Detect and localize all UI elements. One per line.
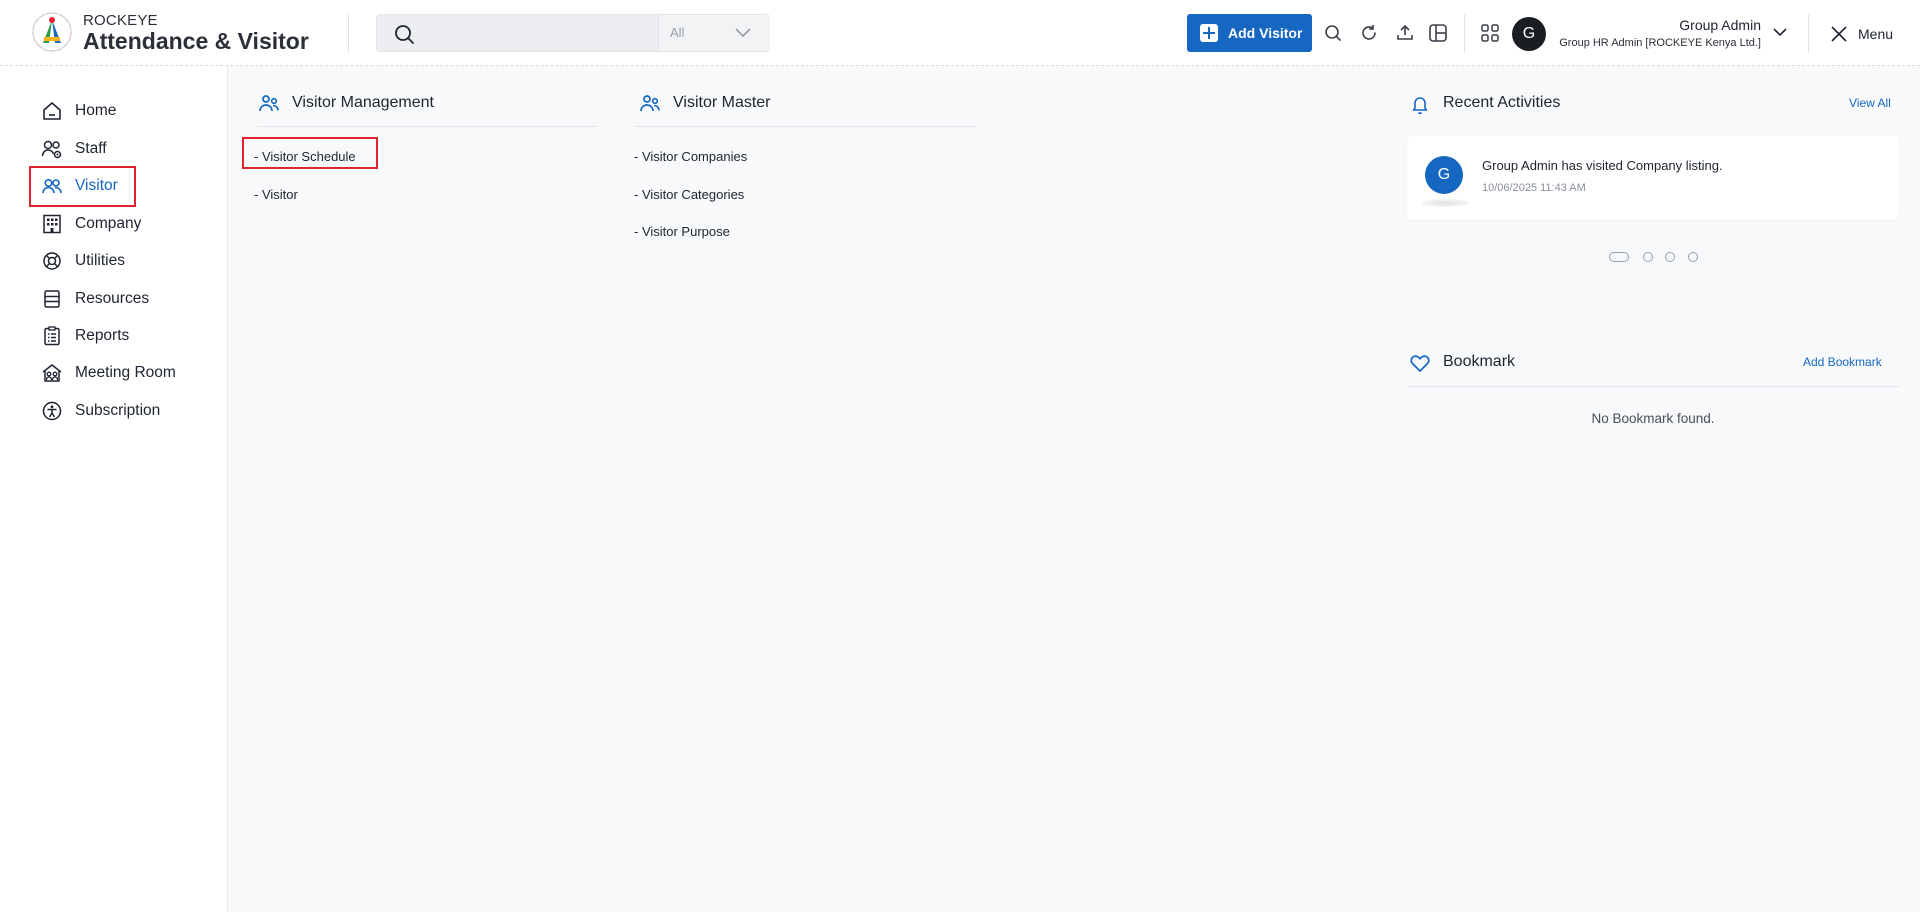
global-search-bar: All xyxy=(376,14,770,52)
heart-icon xyxy=(1410,355,1430,372)
user-role: Group HR Admin [ROCKEYE Kenya Ltd.] xyxy=(1559,37,1761,49)
header-divider xyxy=(348,14,349,52)
carousel-dot-3[interactable] xyxy=(1665,252,1675,262)
visitor-link[interactable]: - Visitor xyxy=(254,187,298,202)
activity-avatar: G xyxy=(1425,156,1463,194)
recent-activities-header: Recent Activities xyxy=(1408,90,1900,126)
apps-grid-icon[interactable] xyxy=(1478,21,1502,45)
brand-small-text: ROCKEYE xyxy=(83,12,158,29)
sidebar-item-label: Subscription xyxy=(75,402,161,419)
section-title: Recent Activities xyxy=(1443,94,1561,111)
user-avatar[interactable]: G xyxy=(1512,17,1546,51)
visitor-management-header: Visitor Management xyxy=(257,90,597,126)
section-title: Bookmark xyxy=(1443,353,1516,370)
bookmark-empty-message: No Bookmark found. xyxy=(1591,411,1715,426)
activity-text: Group Admin has visited Company listing. xyxy=(1482,158,1723,173)
utilities-icon xyxy=(43,252,61,270)
sidebar-item-meeting-room[interactable]: Meeting Room xyxy=(30,355,190,391)
sidebar-item-company[interactable]: Company xyxy=(30,206,190,242)
sidebar-item-reports[interactable]: Reports xyxy=(30,318,190,354)
close-icon xyxy=(1831,26,1847,42)
users-icon xyxy=(640,95,660,112)
add-visitor-label: Add Visitor xyxy=(1228,25,1303,41)
staff-icon xyxy=(41,140,62,159)
plus-icon xyxy=(1200,24,1218,42)
sidebar-item-label: Meeting Room xyxy=(75,364,176,381)
top-header: ROCKEYE Attendance & Visitor All Add Vis… xyxy=(0,0,1920,66)
sidebar-item-label: Utilities xyxy=(75,252,125,269)
sidebar-item-utilities[interactable]: Utilities xyxy=(30,243,190,279)
avatar-shadow xyxy=(1421,199,1471,207)
layout-icon[interactable] xyxy=(1426,21,1450,45)
search-icon[interactable] xyxy=(393,23,415,45)
visitor-purpose-link[interactable]: - Visitor Purpose xyxy=(634,224,730,239)
header-divider xyxy=(1808,14,1809,52)
section-divider xyxy=(635,126,977,127)
search-icon[interactable] xyxy=(1321,21,1345,45)
carousel-dot-2[interactable] xyxy=(1643,252,1653,262)
app-title: Attendance & Visitor xyxy=(83,28,309,54)
sidebar-item-resources[interactable]: Resources xyxy=(30,281,190,317)
search-input[interactable] xyxy=(425,17,625,49)
header-divider xyxy=(1464,14,1465,52)
menu-toggle-button[interactable]: Menu xyxy=(1828,22,1908,46)
user-name[interactable]: Group Admin xyxy=(1679,17,1761,33)
upload-icon[interactable] xyxy=(1393,21,1417,45)
company-icon xyxy=(43,214,61,234)
visitor-categories-link[interactable]: - Visitor Categories xyxy=(634,187,744,202)
chevron-down-icon[interactable] xyxy=(1772,25,1788,39)
sidebar-item-label: Staff xyxy=(75,140,107,157)
search-scope-value: All xyxy=(670,25,685,40)
sidebar-item-label: Reports xyxy=(75,327,130,344)
visitor-master-header: Visitor Master xyxy=(638,90,978,126)
activity-timestamp: 10/06/2025 11:43 AM xyxy=(1482,182,1586,194)
section-title: Visitor Management xyxy=(292,94,434,111)
users-icon xyxy=(259,95,279,112)
refresh-icon[interactable] xyxy=(1357,21,1381,45)
sidebar-item-home[interactable]: Home xyxy=(30,93,190,129)
section-divider xyxy=(257,126,597,127)
add-visitor-button[interactable]: Add Visitor xyxy=(1187,14,1312,52)
carousel-dot-4[interactable] xyxy=(1688,252,1698,262)
chevron-down-icon xyxy=(735,28,751,38)
reports-icon xyxy=(44,326,60,346)
resources-icon xyxy=(44,290,60,308)
carousel-dot-1[interactable] xyxy=(1609,252,1629,262)
activity-card[interactable]: G Group Admin has visited Company listin… xyxy=(1407,136,1899,220)
home-icon xyxy=(43,102,61,120)
section-title: Visitor Master xyxy=(673,94,771,111)
active-item-highlight xyxy=(29,166,136,207)
meeting-room-icon xyxy=(42,364,62,382)
sidebar: Home Staff Visitor Company Utilities Res… xyxy=(0,66,228,912)
sidebar-item-label: Resources xyxy=(75,290,150,307)
view-all-link[interactable]: View All xyxy=(1849,96,1891,110)
sidebar-item-label: Company xyxy=(75,215,142,232)
section-divider xyxy=(1407,386,1900,387)
menu-label: Menu xyxy=(1858,26,1894,42)
search-scope-select[interactable]: All xyxy=(658,15,770,51)
add-bookmark-link[interactable]: Add Bookmark xyxy=(1803,355,1882,369)
rockeye-logo xyxy=(32,12,72,52)
sidebar-item-label: Home xyxy=(75,102,117,119)
visitor-schedule-highlight xyxy=(242,137,378,169)
visitor-companies-link[interactable]: - Visitor Companies xyxy=(634,149,747,164)
sidebar-item-subscription[interactable]: Subscription xyxy=(30,393,190,429)
bell-icon xyxy=(1412,97,1428,115)
sidebar-item-staff[interactable]: Staff xyxy=(30,131,190,167)
subscription-icon xyxy=(42,401,62,421)
